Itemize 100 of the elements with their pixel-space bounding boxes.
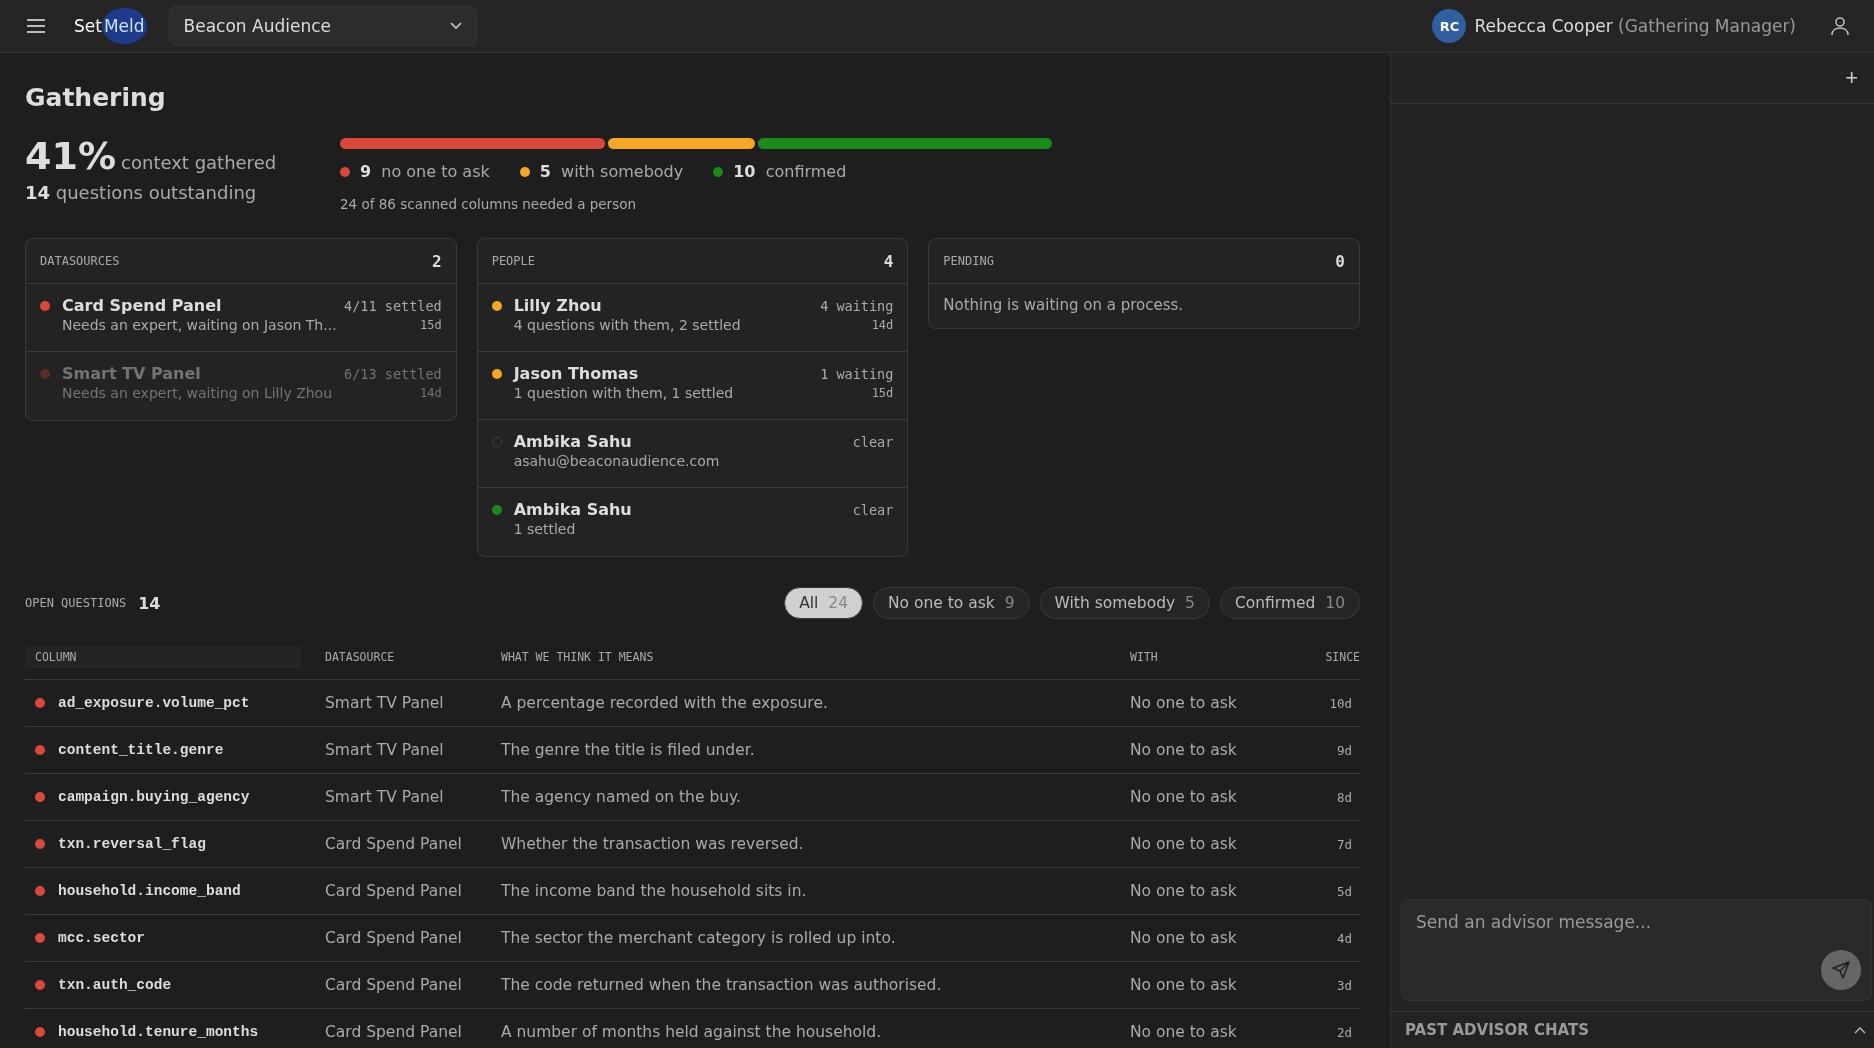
column-name: campaign.buying_agency — [58, 789, 250, 805]
person-detail: 4 questions with them, 2 settled — [513, 317, 742, 333]
logo: SetMeld — [74, 8, 147, 44]
table-cell-text: 3d — [1335, 977, 1353, 993]
message-input[interactable]: Send an advisor message... — [1402, 900, 1853, 984]
table-cell-text: No one to ask — [1129, 976, 1238, 994]
table-cell-text: 10d — [1328, 695, 1353, 711]
person-name: Ambika Sahu — [513, 432, 633, 451]
column-name: household.income_band — [58, 883, 241, 899]
item-name: Card Spend Panel — [62, 296, 223, 315]
person-detail: asahu@beaconaudience.com — [513, 453, 721, 469]
table-cell-text: No one to ask — [1129, 882, 1238, 900]
filter-chip[interactable]: No one to ask 9 — [873, 587, 1030, 619]
table-cell-text: No one to ask — [1129, 929, 1238, 947]
empty-message: Nothing is waiting on a process. — [942, 295, 1185, 316]
person-name: Lilly Zhou — [513, 296, 603, 315]
table-cell-text: A percentage recorded with the exposure. — [500, 694, 829, 712]
person-status: clear — [852, 502, 894, 518]
table-cell-text: Card Spend Panel — [324, 976, 463, 994]
table-cell-text: A number of months held against the household. — [500, 1023, 883, 1041]
table-cell-text: 8d — [1335, 789, 1353, 805]
item-age: 14d — [419, 386, 442, 400]
caret-icon[interactable] — [1854, 1026, 1866, 1034]
column-name: txn.reversal_flag — [58, 836, 206, 852]
section-title: OPEN QUESTIONS — [25, 596, 127, 610]
column-header: WHAT WE THINK IT MEANS — [500, 650, 655, 664]
table-cell-text: Card Spend Panel — [324, 835, 463, 853]
person-status: 1 waiting — [820, 366, 894, 382]
table-cell-text: No one to ask — [1129, 741, 1238, 759]
table-cell-text: 5d — [1335, 883, 1353, 899]
table-cell-text: The genre the title is filed under. — [500, 741, 756, 759]
section-title: PAST ADVISOR CHATS — [1405, 1021, 1590, 1039]
table-cell-text: Card Spend Panel — [324, 929, 463, 947]
person-item[interactable]: Jason Thomas 1 question with them, 1 settled 1 waiting 15d — [477, 352, 908, 420]
column-name: mcc.sector — [58, 930, 145, 946]
send-icon — [1831, 960, 1851, 980]
card-count: 0 — [1335, 251, 1345, 271]
card-title: DATASOURCES — [40, 254, 120, 268]
message-field[interactable]: Send an advisor message... — [1401, 899, 1872, 1001]
user-name: Rebecca Cooper (Gathering Manager) — [1474, 16, 1796, 36]
table-cell-text: No one to ask — [1129, 694, 1238, 712]
table-cell-text: 7d — [1335, 836, 1353, 852]
table-cell-text: The income band the household sits in. — [500, 882, 808, 900]
table-cell-text: No one to ask — [1129, 835, 1238, 853]
percent-stat: 41%context gathered — [25, 134, 278, 178]
table-cell-text: 4d — [1335, 930, 1353, 946]
filter-chip[interactable]: Confirmed 10 — [1219, 587, 1360, 619]
table-cell-text: 9d — [1335, 742, 1353, 758]
outstanding-stat: 14 questions outstanding — [25, 182, 258, 203]
send-button[interactable] — [1821, 950, 1861, 990]
table-cell-text: No one to ask — [1129, 788, 1238, 806]
person-detail: 1 question with them, 1 settled — [513, 385, 735, 401]
page-title: Gathering — [25, 83, 167, 112]
filter-chip[interactable]: With somebody 5 — [1039, 587, 1210, 619]
person-detail: 1 settled — [513, 521, 577, 537]
column-header: WITH — [1129, 650, 1159, 664]
person-status: 4 waiting — [820, 298, 894, 314]
card-title: PEOPLE — [491, 254, 535, 268]
person-status: clear — [852, 434, 894, 450]
table-cell-text: No one to ask — [1129, 1023, 1238, 1041]
legend-label: 5 with somebody — [539, 162, 684, 181]
column-name: txn.auth_code — [58, 977, 172, 993]
chevron-down-icon — [449, 22, 462, 30]
column-name: household.tenure_months — [58, 1024, 259, 1040]
legend-label: 10 confirmed — [733, 162, 847, 181]
column-name: ad_exposure.volume_pct — [58, 695, 250, 711]
item-detail: Needs an expert, waiting on Lilly Zhou — [62, 385, 333, 401]
column-header: DATASOURCE — [324, 650, 396, 664]
person-item[interactable]: Lilly Zhou 4 questions with them, 2 settled 4 waiting 14d — [477, 284, 908, 352]
item-age: 15d — [419, 318, 442, 332]
table-cell-text: Smart TV Panel — [324, 694, 445, 712]
table-cell-text: Card Spend Panel — [324, 882, 463, 900]
person-age: 15d — [871, 386, 894, 400]
table-cell-text: Whether the transaction was reversed. — [500, 835, 805, 853]
menu-icon[interactable] — [26, 18, 46, 34]
person-item[interactable]: Ambika Sahu asahu@beaconaudience.com clear — [477, 420, 908, 488]
user-avatar[interactable]: RC — [1432, 9, 1467, 43]
person-item[interactable]: Ambika Sahu 1 settled clear — [477, 488, 908, 556]
workspace-dropdown[interactable]: Beacon Audience — [168, 6, 477, 46]
table-cell-text: Smart TV Panel — [324, 741, 445, 759]
card-count: 2 — [432, 251, 442, 271]
column-header: COLUMN — [25, 646, 301, 668]
table-cell-text: Smart TV Panel — [324, 788, 445, 806]
table-cell-text: 2d — [1335, 1024, 1353, 1040]
add-button[interactable]: + — [1839, 65, 1864, 91]
table-cell-text: Card Spend Panel — [324, 1023, 463, 1041]
card-count: 4 — [883, 251, 894, 271]
table-cell-text: The code returned when the transaction was authorised. — [500, 976, 943, 994]
legend-label: 9 no one to ask — [360, 162, 490, 181]
table-cell-text: The agency named on the buy. — [500, 788, 742, 806]
item-name: Smart TV Panel — [62, 364, 202, 383]
person-icon[interactable] — [1830, 16, 1850, 36]
table-cell-text: The sector the merchant category is rolled up into. — [500, 929, 897, 947]
item-status: 4/11 settled — [344, 298, 442, 314]
datasource-item[interactable]: Card Spend Panel Needs an expert, waiting on Jason Th... 4/11 settled 15d — [26, 284, 456, 352]
scan-note: 24 of 86 scanned columns needed a person — [340, 196, 637, 212]
card-title: PENDING — [943, 254, 994, 268]
person-name: Jason Thomas — [513, 364, 640, 383]
column-name: content_title.genre — [58, 742, 224, 758]
filter-chip[interactable]: All 24 — [784, 587, 863, 619]
